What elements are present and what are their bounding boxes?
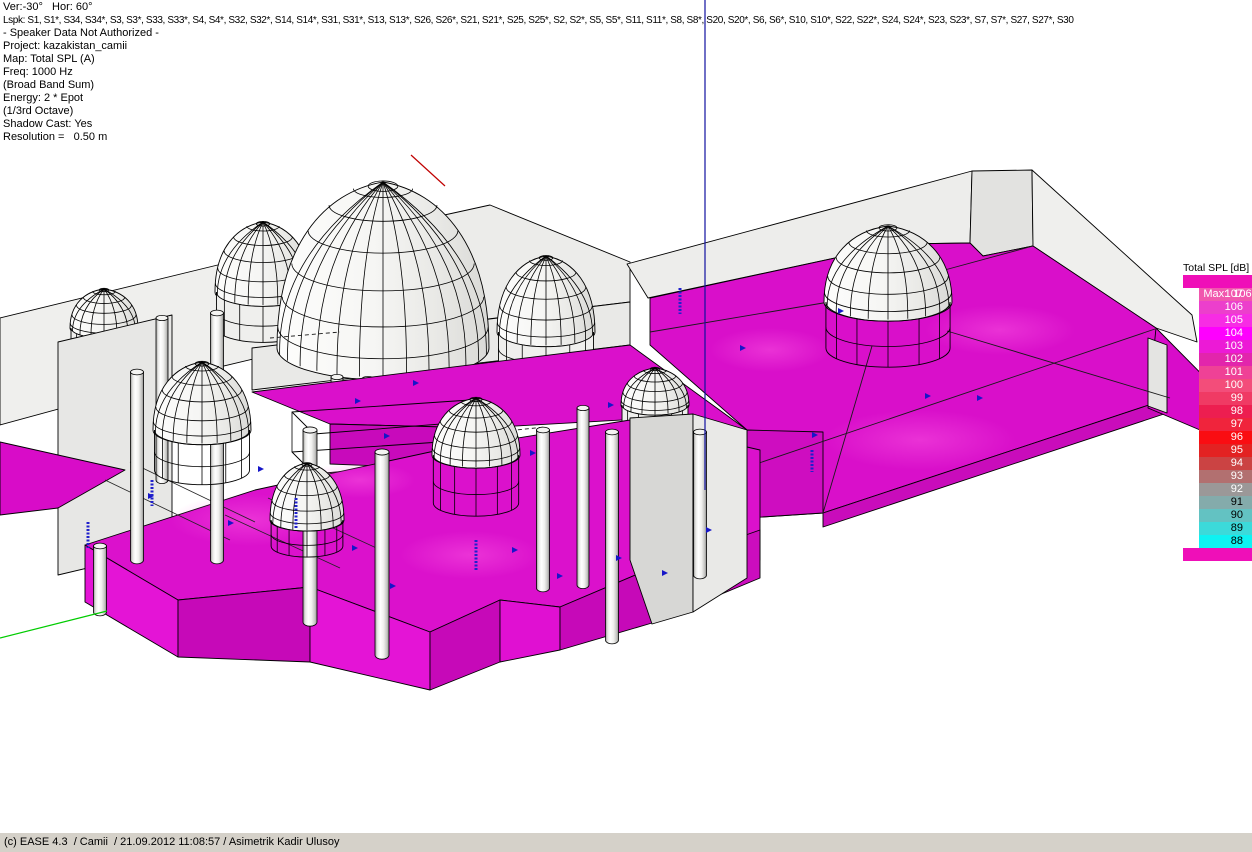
column — [606, 432, 619, 644]
axis-y — [0, 611, 107, 638]
legend-band-104: 104 — [1199, 327, 1252, 340]
legend-band-99: 99 — [1199, 392, 1252, 405]
legend-color-scale: 1071061051041031021011009998979695949392… — [1183, 288, 1252, 548]
status-bar: (c) EASE 4.3 / Camii / 21.09.2012 11:08:… — [0, 832, 1252, 852]
spl-hotspot — [400, 531, 540, 579]
legend-min-label: Min: — [1203, 561, 1224, 573]
column — [131, 372, 144, 564]
spl-hotspot — [710, 328, 830, 372]
legend-max-bar: Max: 106,47 — [1183, 275, 1252, 288]
header-line: Resolution = 0.50 m — [3, 131, 1074, 144]
legend-band-93: 93 — [1199, 470, 1252, 483]
rb-pillar — [1148, 338, 1167, 413]
header-line: (1/3rd Octave) — [3, 105, 1074, 118]
column-cap — [94, 543, 107, 549]
legend-band-91: 91 — [1199, 496, 1252, 509]
legend-band-98: 98 — [1199, 405, 1252, 418]
header-line: Lspk: S1, S1*, S34, S34*, S3, S3*, S33, … — [3, 14, 1074, 27]
floor-face — [178, 587, 310, 662]
legend-band-96: 96 — [1199, 431, 1252, 444]
legend-band-95: 95 — [1199, 444, 1252, 457]
column — [375, 452, 389, 659]
column — [537, 430, 550, 592]
legend-band-101: 101 — [1199, 366, 1252, 379]
header-line: Freq: 1000 Hz — [3, 66, 1074, 79]
column-cap — [375, 449, 389, 455]
rb-tower — [970, 170, 1033, 256]
header-line: Project: kazakistan_camii — [3, 40, 1074, 53]
header-line: Ver:-30° Hor: 60° — [3, 1, 1074, 14]
column — [94, 546, 107, 616]
column-cap — [331, 374, 343, 379]
spl-legend: Total SPL [dB] Max: 106,47 1071061051041… — [1183, 262, 1252, 561]
legend-band-106: 106 — [1199, 301, 1252, 314]
column-cap — [131, 369, 144, 375]
header-line: (Broad Band Sum) — [3, 79, 1074, 92]
legend-band-90: 90 — [1199, 509, 1252, 522]
axis-x — [411, 155, 445, 186]
speaker-marker — [258, 466, 264, 472]
legend-band-89: 89 — [1199, 522, 1252, 535]
column-cap — [303, 427, 317, 433]
legend-band-88: 88 — [1199, 535, 1252, 548]
header-line: Map: Total SPL (A) — [3, 53, 1074, 66]
legend-title: Total SPL [dB] — [1183, 262, 1252, 275]
legend-max-label: Max: — [1203, 288, 1227, 300]
legend-min-bar: Min: 100,51 — [1183, 548, 1252, 561]
header-line: Shadow Cast: Yes — [3, 118, 1074, 131]
column-cap — [211, 310, 224, 316]
floor-face — [500, 600, 560, 662]
column-cap — [537, 427, 550, 433]
header-line: - Speaker Data Not Authorized - — [3, 27, 1074, 40]
column-cap — [577, 405, 589, 410]
spl-hotspot — [925, 305, 1075, 355]
legend-band-92: 92 — [1199, 483, 1252, 496]
map-parameters-text: Ver:-30° Hor: 60°Lspk: S1, S1*, S34, S34… — [3, 1, 1074, 144]
ease-render-window: Ver:-30° Hor: 60°Lspk: S1, S1*, S34, S34… — [0, 0, 1252, 852]
legend-band-97: 97 — [1199, 418, 1252, 431]
legend-band-102: 102 — [1199, 353, 1252, 366]
legend-band-103: 103 — [1199, 340, 1252, 353]
column — [577, 408, 589, 589]
legend-band-105: 105 — [1199, 314, 1252, 327]
header-line: Energy: 2 * Epot — [3, 92, 1074, 105]
column-cap — [606, 429, 619, 435]
legend-min-value: 100,51 — [1230, 561, 1252, 573]
column-cap — [156, 315, 168, 320]
legend-band-94: 94 — [1199, 457, 1252, 470]
legend-band-100: 100 — [1199, 379, 1252, 392]
